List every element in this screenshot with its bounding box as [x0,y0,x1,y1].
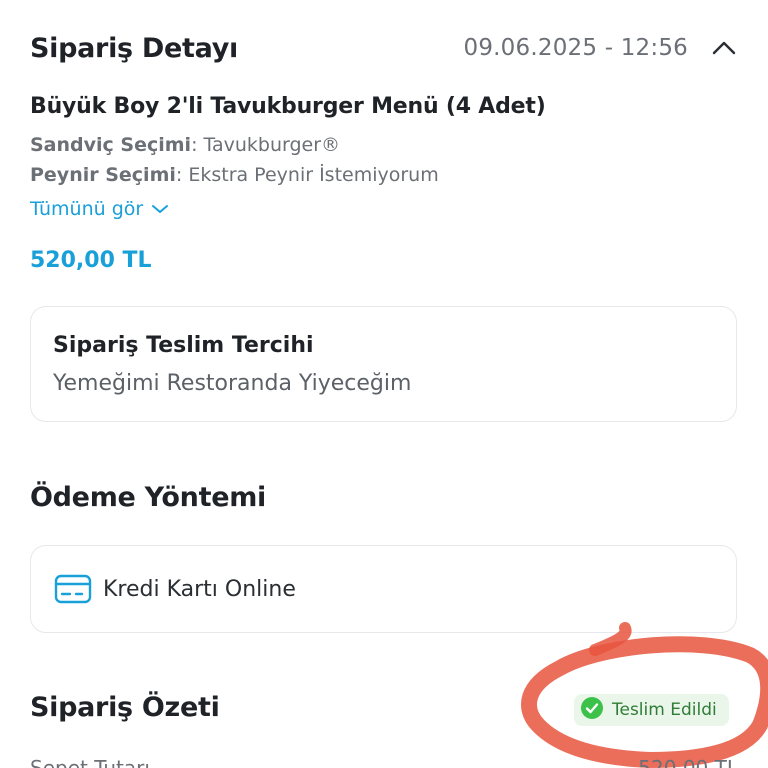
header-right: 09.06.2025 - 12:56 [464,34,739,62]
see-all-label: Tümünü gör [30,198,144,220]
summary-row-value: 520,00 TL [638,756,738,768]
option-key: Peynir Seçimi [30,164,176,186]
order-detail-page: Sipariş Detayı 09.06.2025 - 12:56 Büyük … [0,0,768,768]
status-badge: Teslim Edildi [574,694,729,726]
option-value: : Ekstra Peynir İstemiyorum [175,164,439,186]
delivery-title: Sipariş Teslim Tercihi [53,333,314,358]
summary-row-label: Sepet Tutarı [30,756,150,768]
delivery-value: Yemeğimi Restoranda Yiyeceğim [53,371,412,396]
summary-row-partial: Sepet Tutarı 520,00 TL [30,756,738,768]
product-option-cheese: Peynir Seçimi: Ekstra Peynir İstemiyorum [30,164,439,186]
option-value: : Tavukburger® [191,134,341,156]
payment-heading: Ödeme Yöntemi [30,482,266,513]
product-option-sandwich: Sandviç Seçimi: Tavukburger® [30,134,340,156]
page-title: Sipariş Detayı [30,32,238,64]
order-datetime: 09.06.2025 - 12:56 [463,35,688,61]
payment-method-card: Kredi Kartı Online [30,545,737,633]
chevron-up-icon[interactable] [710,34,738,62]
credit-card-icon [53,573,93,605]
summary-heading: Sipariş Özeti [30,692,220,723]
option-key: Sandviç Seçimi [30,134,192,156]
product-name: Büyük Boy 2'li Tavukburger Menü (4 Adet) [30,94,546,119]
delivery-preference-card: Sipariş Teslim Tercihi Yemeğimi Restoran… [30,306,737,422]
chevron-down-icon [151,198,169,220]
status-text: Teslim Edildi [612,700,717,720]
check-circle-icon [580,696,604,724]
order-detail-header[interactable]: Sipariş Detayı 09.06.2025 - 12:56 [30,28,738,68]
see-all-link[interactable]: Tümünü gör [30,198,169,220]
payment-method-label: Kredi Kartı Online [103,576,296,602]
product-price: 520,00 TL [30,248,152,273]
